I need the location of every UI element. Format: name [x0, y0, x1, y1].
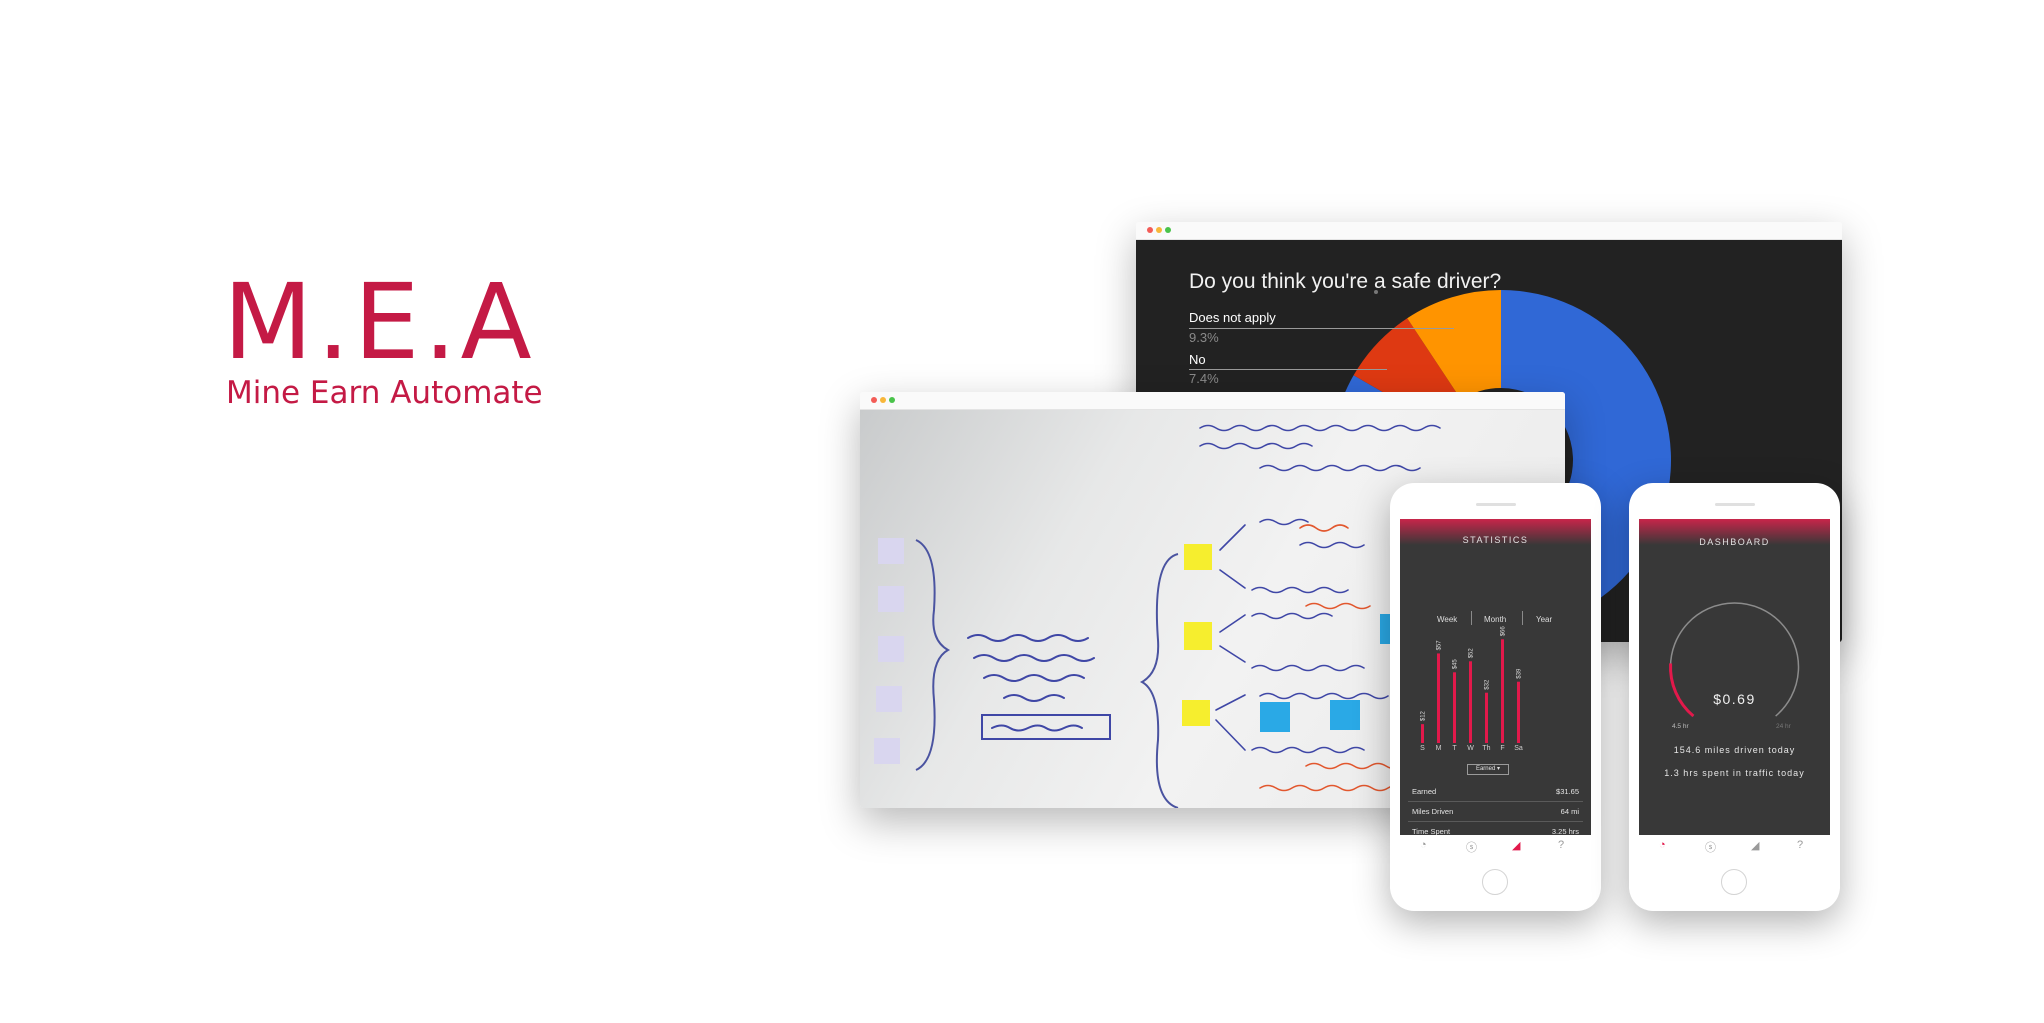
- legend-label-no: No: [1189, 352, 1206, 367]
- miles-today: 154.6 miles driven today: [1673, 745, 1796, 755]
- bar: [1469, 661, 1472, 743]
- window-titlebar: [860, 392, 1565, 410]
- earnings-bar-chart: $12 $57 $45 $52 $32 $66 $39: [1421, 626, 1523, 743]
- sticky-note: [874, 738, 900, 764]
- bar-value-label: $66: [1501, 626, 1507, 637]
- bar-value-label: $12: [1421, 710, 1427, 721]
- day-label: F: [1500, 745, 1505, 752]
- bar: [1437, 653, 1440, 743]
- sticky-note: [1184, 544, 1212, 570]
- stat-label: Earned: [1412, 787, 1437, 796]
- tab-bar: ◔ ⓢ ◢ ?: [1639, 835, 1830, 861]
- legend-percent-no: 7.4%: [1189, 371, 1219, 386]
- legend-leader-line: [1189, 369, 1387, 370]
- stat-row-time: Time Spent 3.25 hrs: [1408, 821, 1583, 835]
- gauge-max-label: 24 hr: [1776, 723, 1791, 730]
- leader-dot: [1374, 290, 1378, 294]
- phone-speaker: [1476, 503, 1516, 506]
- chart-icon[interactable]: ◢: [1751, 839, 1759, 852]
- brand-title: M.E.A: [223, 261, 536, 383]
- bar: [1453, 672, 1456, 743]
- bar-value-label: $39: [1517, 668, 1523, 679]
- sticky-note: [878, 538, 904, 564]
- stat-label: Time Spent: [1412, 827, 1451, 835]
- bar-value-label: $32: [1485, 679, 1491, 690]
- stat-row-miles: Miles Driven 64 mi: [1408, 801, 1583, 822]
- help-icon[interactable]: ?: [1558, 839, 1564, 851]
- close-dot[interactable]: [871, 397, 877, 403]
- dashboard-phone: DASHBOARD $0.69 4.5 hr 24 hr 154.6 miles…: [1629, 483, 1840, 911]
- sticky-note: [878, 636, 904, 662]
- bar: [1421, 724, 1424, 743]
- day-label: T: [1452, 745, 1457, 752]
- stat-value: $31.65: [1556, 787, 1579, 796]
- gauge-value: $0.69: [1713, 691, 1756, 707]
- statistics-screen: STATISTICS Week Month Year $12 $57 $45 $52 $…: [1400, 519, 1591, 835]
- day-label: W: [1467, 745, 1474, 752]
- dollar-icon[interactable]: ⓢ: [1466, 839, 1477, 855]
- maximize-dot[interactable]: [1165, 227, 1171, 233]
- day-label: M: [1435, 745, 1442, 752]
- day-label: Th: [1482, 745, 1491, 752]
- sticky-note: [1184, 622, 1212, 650]
- dropdown-label: Earned: [1475, 766, 1496, 772]
- earnings-gauge: [1669, 602, 1800, 718]
- brand-subtitle: Mine Earn Automate: [226, 375, 543, 411]
- dashboard-screen: DASHBOARD $0.69 4.5 hr 24 hr 154.6 miles…: [1639, 519, 1830, 835]
- sticky-note: [1330, 700, 1360, 730]
- chevron-down-icon: ▾: [1497, 766, 1501, 772]
- bar: [1517, 681, 1520, 743]
- bar-value-label: $52: [1469, 648, 1475, 659]
- chart-icon[interactable]: ◢: [1512, 839, 1520, 852]
- minimize-dot[interactable]: [1156, 227, 1162, 233]
- stat-value: 64 mi: [1560, 807, 1579, 816]
- bar: [1501, 639, 1504, 743]
- traffic-today: 1.3 hrs spent in traffic today: [1664, 768, 1805, 778]
- tab-bar: ◔ ⓢ ◢ ?: [1400, 835, 1591, 861]
- stat-row-earned: Earned $31.65: [1408, 781, 1583, 802]
- sticky-note: [1182, 700, 1210, 726]
- sticky-note: [878, 586, 904, 612]
- bar-value-label: $45: [1453, 659, 1459, 670]
- window-titlebar: [1136, 222, 1842, 240]
- metric-dropdown[interactable]: Earned ▾: [1467, 764, 1509, 775]
- close-dot[interactable]: [1147, 227, 1153, 233]
- dollar-icon[interactable]: ⓢ: [1705, 839, 1716, 855]
- sticky-note: [1260, 702, 1290, 732]
- home-button[interactable]: [1482, 869, 1508, 895]
- stat-label: Miles Driven: [1412, 807, 1454, 816]
- legend-leader-line: [1189, 328, 1454, 329]
- bar: [1485, 692, 1488, 743]
- help-icon[interactable]: ?: [1797, 839, 1803, 851]
- maximize-dot[interactable]: [889, 397, 895, 403]
- sticky-note: [876, 686, 902, 712]
- minimize-dot[interactable]: [880, 397, 886, 403]
- day-label: S: [1420, 745, 1425, 752]
- stat-value: 3.25 hrs: [1551, 827, 1579, 835]
- day-label: Sa: [1514, 745, 1523, 752]
- gauge-fill: [1669, 663, 1695, 718]
- statistics-phone: STATISTICS Week Month Year $12 $57 $45 $52 $…: [1390, 483, 1601, 911]
- phone-speaker: [1715, 503, 1755, 506]
- bar-value-label: $57: [1437, 640, 1443, 651]
- gauge-min-label: 4.5 hr: [1672, 723, 1689, 730]
- home-button[interactable]: [1721, 869, 1747, 895]
- speedometer-icon[interactable]: ◔: [1420, 839, 1427, 851]
- legend-label-does-not-apply: Does not apply: [1189, 310, 1276, 325]
- legend-percent-does-not-apply: 9.3%: [1189, 330, 1219, 345]
- speedometer-icon[interactable]: ◔: [1659, 839, 1666, 851]
